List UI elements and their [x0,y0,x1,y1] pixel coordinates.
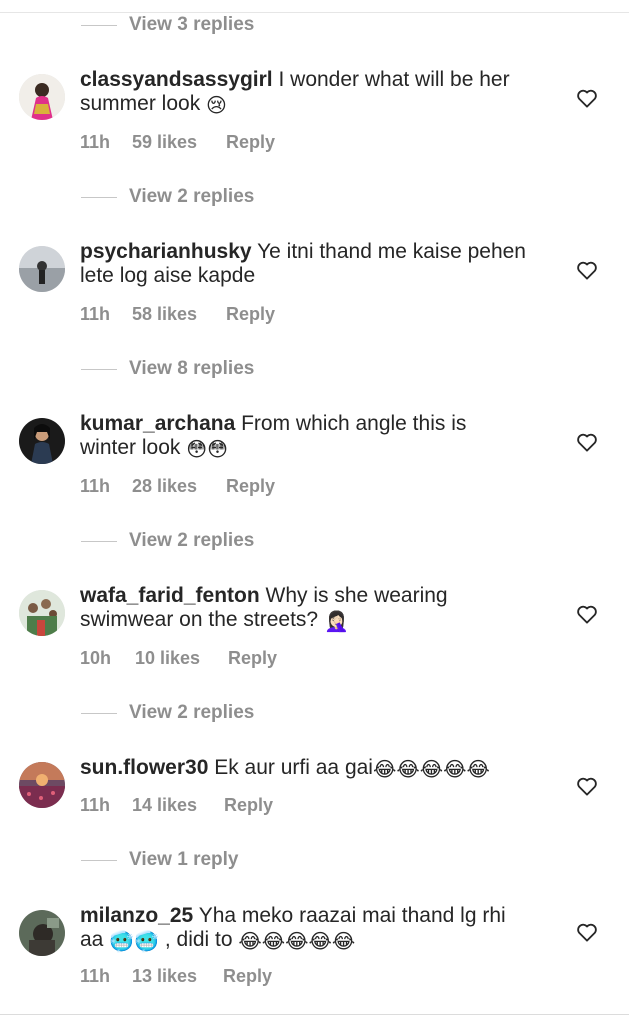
view-replies-link[interactable]: View 3 replies [81,13,254,37]
comment-time: 10h [80,648,112,668]
comment-meta: 11h 13 likes Reply [80,966,272,987]
heart-outline-icon[interactable] [576,922,598,942]
reply-dash [81,540,117,542]
reply-button[interactable]: Reply [223,966,272,987]
comment-body: Why is she wearing [265,584,448,607]
comment-body: Yha meko raazai mai thand lg rhi [198,904,506,927]
comment-time: 11h [80,304,111,324]
reply-dash [81,859,117,861]
emoji: 🤦🏻‍♀️ [323,611,349,633]
comment-item: psycharianhusky Ye itni thand me kaise p… [0,240,629,350]
reply-button[interactable]: Reply [226,132,275,153]
comment-text: milanzo_25 Yha meko raazai mai thand lg … [80,904,550,952]
comment-likes[interactable]: 14 likes [132,795,224,816]
comment-meta: 11h 59 likes Reply [80,132,275,153]
comment-username[interactable]: milanzo_25 [80,904,193,927]
comment-body: I wonder what will be her [278,68,510,91]
heart-outline-icon[interactable] [576,260,598,280]
reply-dash [81,24,117,26]
comment-time: 11h [80,476,111,496]
comment-username[interactable]: classyandsassygirl [80,68,273,91]
avatar[interactable] [19,762,65,808]
comment-username[interactable]: sun.flower30 [80,756,208,779]
comment-body-cont: aa [80,928,104,951]
emoji: 😢 [206,95,227,117]
reply-button[interactable]: Reply [228,648,277,669]
view-replies-link[interactable]: View 2 replies [81,529,254,553]
comment-username[interactable]: wafa_farid_fenton [80,584,260,607]
avatar[interactable] [19,74,65,120]
comment-item: kumar_archana From which angle this is w… [0,412,629,522]
emoji: 😂😂😂😂😂 [238,931,356,953]
emoji: 😂😂😂😂😂 [372,759,490,781]
view-replies-link[interactable]: View 1 reply [81,848,239,872]
avatar[interactable] [19,246,65,292]
comment-body: Ye itni thand me kaise pehen [257,240,526,263]
heart-outline-icon[interactable] [576,432,598,452]
comment-meta: 11h 14 likes Reply [80,795,273,816]
comment-likes[interactable]: 58 likes [132,304,226,325]
view-replies-link[interactable]: View 8 replies [81,357,254,381]
comment-item: classyandsassygirl I wonder what will be… [0,68,629,178]
comment-meta: 11h 28 likes Reply [80,476,275,497]
avatar[interactable] [19,590,65,636]
comment-likes[interactable]: 28 likes [132,476,226,497]
avatar[interactable] [19,910,65,956]
comment-likes[interactable]: 13 likes [132,966,223,987]
comment-meta: 11h 58 likes Reply [80,304,275,325]
view-replies-link[interactable]: View 2 replies [81,701,254,725]
bottom-divider [0,1014,629,1015]
comment-body-cont: winter look [80,436,181,459]
comment-body-cont: swimwear on the streets? [80,608,319,631]
comment-username[interactable]: kumar_archana [80,412,235,435]
comment-body: From which angle this is [241,412,467,435]
heart-outline-icon[interactable] [576,604,598,624]
comment-text: wafa_farid_fenton Why is she wearing swi… [80,584,550,632]
comment-item: wafa_farid_fenton Why is she wearing swi… [0,584,629,694]
comment-item: milanzo_25 Yha meko raazai mai thand lg … [0,904,629,1014]
comment-likes[interactable]: 10 likes [135,648,228,669]
comment-text: classyandsassygirl I wonder what will be… [80,68,550,116]
heart-outline-icon[interactable] [576,88,598,108]
emoji: 😳😳 [186,439,228,461]
heart-outline-icon[interactable] [576,776,598,796]
reply-dash [81,712,117,714]
comment-time: 11h [80,132,111,152]
comment-body-cont: summer look [80,92,201,115]
comment-time: 11h [80,966,111,986]
comment-text: sun.flower30 Ek aur urfi aa gai😂😂😂😂😂 [80,756,550,780]
reply-dash [81,196,117,198]
emoji: 🥶🥶 [109,931,160,953]
reply-button[interactable]: Reply [224,795,273,816]
comment-body-cont: lete log aise kapde [80,264,256,287]
reply-button[interactable]: Reply [226,304,275,325]
comment-text: psycharianhusky Ye itni thand me kaise p… [80,240,550,288]
comment-time: 11h [80,795,111,815]
avatar[interactable] [19,418,65,464]
comment-text: kumar_archana From which angle this is w… [80,412,550,460]
comment-username[interactable]: psycharianhusky [80,240,252,263]
view-replies-link[interactable]: View 2 replies [81,185,254,209]
reply-dash [81,368,117,370]
comment-body: Ek aur urfi aa gai [214,756,373,779]
comment-meta: 10h 10 likes Reply [80,648,277,669]
reply-button[interactable]: Reply [226,476,275,497]
comment-likes[interactable]: 59 likes [132,132,226,153]
comment-body-cont: , didi to [164,928,233,951]
